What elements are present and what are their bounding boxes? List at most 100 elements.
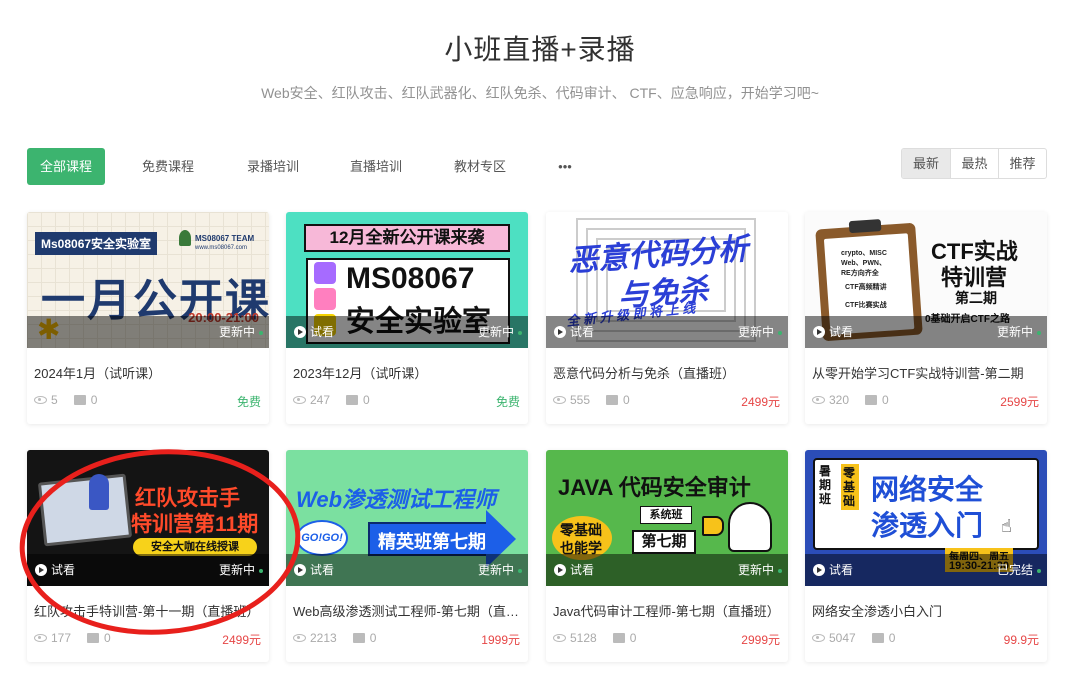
status-dot: [1037, 569, 1041, 573]
course-stats: 2213 0: [293, 631, 376, 645]
sort-toggle: 最新 最热 推荐: [901, 148, 1047, 179]
course-status: 已完结: [996, 563, 1033, 577]
eye-icon: [34, 634, 47, 642]
view-count: 2213: [310, 631, 337, 645]
thumb-headline: Web渗透测试工程师: [296, 487, 497, 512]
course-card[interactable]: Web渗透测试工程师 GO!GO! 精英班第七期 试看 更新中 Web高级渗透测…: [286, 450, 528, 662]
trial-label[interactable]: 试看: [35, 561, 75, 578]
course-card[interactable]: 暑期班 零基础 网络安全 渗透入门 ☝ 每周四、周五 19:30-21:30 试…: [805, 450, 1047, 662]
page-subtitle: Web安全、红队攻击、红队武器化、红队免杀、代码审计、 CTF、应急响应，开始学…: [261, 85, 819, 101]
thumb-headline: 网络安全: [871, 474, 984, 505]
comment-icon: [865, 395, 878, 405]
course-title[interactable]: 网络安全渗透小白入门: [812, 601, 1042, 620]
course-filter-bar: 全部课程 免费课程 录播培训 直播培训 教材专区 ••• 最新 最热 推荐: [27, 148, 1047, 185]
course-stats: 5047 0: [812, 631, 895, 645]
tab-free-courses[interactable]: 免费课程: [135, 148, 201, 185]
course-card[interactable]: JAVA 代码安全审计 零基础 也能学 系统班 第七期 试看 更新中 Java代…: [546, 450, 788, 662]
course-title[interactable]: 2023年12月（试听课）: [293, 363, 523, 382]
view-count: 320: [829, 393, 850, 407]
course-stats: 247 0: [293, 393, 370, 407]
tab-live-training[interactable]: 直播培训: [343, 148, 409, 185]
course-stats: 555 0: [553, 393, 630, 407]
status-dot: [259, 569, 263, 573]
trial-label[interactable]: 试看: [294, 323, 334, 340]
megaphone-icon: [702, 516, 724, 536]
comment-count: 0: [363, 393, 370, 407]
trial-label[interactable]: 试看: [554, 561, 594, 578]
thumb-vertical-label: 暑期班: [819, 464, 832, 506]
checklist-item: crypto、MISC: [841, 250, 887, 257]
comment-count: 0: [623, 393, 630, 407]
comment-icon: [612, 633, 625, 643]
comment-icon: [352, 633, 365, 643]
course-title[interactable]: Web高级渗透测试工程师-第七期（直播班）: [293, 601, 523, 620]
thumb-badge: GO!GO!: [296, 520, 348, 556]
course-title[interactable]: Java代码审计工程师-第七期（直播班）: [553, 601, 783, 620]
course-card[interactable]: 12月全新公开课来袭 MS08067 安全实验室 试看 更新中 2023年12月…: [286, 212, 528, 424]
play-icon: [813, 325, 825, 338]
course-stats: 50: [34, 393, 97, 407]
view-count: 247: [310, 393, 331, 407]
course-title[interactable]: 2024年1月（试听课）: [34, 363, 264, 382]
comment-count: 0: [104, 631, 111, 645]
sort-recommended-button[interactable]: 推荐: [998, 149, 1046, 178]
eye-icon: [293, 396, 306, 404]
course-card[interactable]: 红队攻击手 特训营第11期 安全大咖在线授课 试看 更新中 红队攻击手特训营-第…: [27, 450, 269, 662]
comment-count: 0: [369, 631, 377, 645]
comment-count: 0: [882, 393, 889, 407]
laptop-illustration: [37, 473, 133, 547]
comment-icon: [871, 633, 884, 643]
comment-count: 0: [888, 631, 896, 645]
music-icon: [314, 288, 336, 310]
comment-count: 0: [90, 393, 98, 407]
thumb-vertical-badge: 零基础: [841, 464, 859, 510]
thumb-label: 第七期: [632, 530, 696, 554]
checklist-item: CTF比赛实战: [845, 302, 887, 309]
trial-label[interactable]: 试看: [813, 323, 853, 340]
sort-newest-button[interactable]: 最新: [902, 149, 950, 178]
comment-icon: [606, 395, 619, 405]
course-card[interactable]: Ms08067安全实验室 MS08067 TEAM www.ms08067.co…: [27, 212, 269, 424]
thumb-headline: JAVA 代码安全审计: [558, 475, 751, 500]
thumb-banner: 12月全新公开课来袭: [304, 224, 510, 252]
course-status: 更新中: [477, 563, 514, 577]
view-count: 5128: [570, 631, 597, 645]
trial-label[interactable]: 试看: [554, 323, 594, 340]
tab-textbooks[interactable]: 教材专区: [447, 148, 513, 185]
course-price: 2999元: [741, 633, 780, 647]
comment-icon: [73, 395, 86, 405]
feather-icon: [314, 262, 336, 284]
sort-hottest-button[interactable]: 最热: [950, 149, 998, 178]
view-count: 5047: [829, 631, 856, 645]
status-dot: [518, 331, 522, 335]
thumb-label: 系统班: [640, 506, 692, 524]
thumb-team: MS08067 TEAM: [195, 234, 255, 243]
thumb-url: www.ms08067.com: [195, 245, 248, 251]
course-card[interactable]: 恶意代码分析 与免杀 全 新 升 级 即 将 上 线 试看 更新中 恶意代码分析…: [546, 212, 788, 424]
course-title[interactable]: 从零开始学习CTF实战特训营-第二期: [812, 363, 1042, 382]
checklist-item: RE方向齐全: [841, 270, 879, 277]
tab-recorded-training[interactable]: 录播培训: [240, 148, 306, 185]
play-icon: [813, 563, 825, 576]
course-title[interactable]: 恶意代码分析与免杀（直播班）: [553, 363, 783, 382]
comment-icon: [346, 395, 359, 405]
eye-icon: [553, 634, 566, 642]
more-tabs-button[interactable]: •••: [550, 148, 580, 185]
course-thumbnail: 恶意代码分析 与免杀 全 新 升 级 即 将 上 线 试看 更新中: [546, 212, 788, 348]
thumb-tag: 零基础: [560, 522, 602, 538]
plant-icon: [179, 230, 191, 246]
trial-label[interactable]: 试看: [294, 561, 334, 578]
course-status: 更新中: [996, 325, 1033, 339]
thumb-subheadline: 精英班第七期: [378, 532, 486, 552]
tab-all-courses[interactable]: 全部课程: [27, 148, 105, 185]
thumb-subheadline: 渗透入门: [871, 510, 984, 541]
course-title[interactable]: 红队攻击手特训营-第十一期（直播班）: [34, 601, 264, 620]
course-card[interactable]: crypto、MISC Web、PWN、 RE方向齐全 CTF高频精讲 CTF比…: [805, 212, 1047, 424]
eye-icon: [812, 396, 825, 404]
course-price: 免费: [236, 395, 261, 409]
course-price: 2499元: [741, 395, 780, 409]
course-stats: 320 0: [812, 393, 889, 407]
eye-icon: [293, 634, 306, 642]
course-price: 免费: [495, 395, 520, 409]
trial-label[interactable]: 试看: [813, 561, 853, 578]
